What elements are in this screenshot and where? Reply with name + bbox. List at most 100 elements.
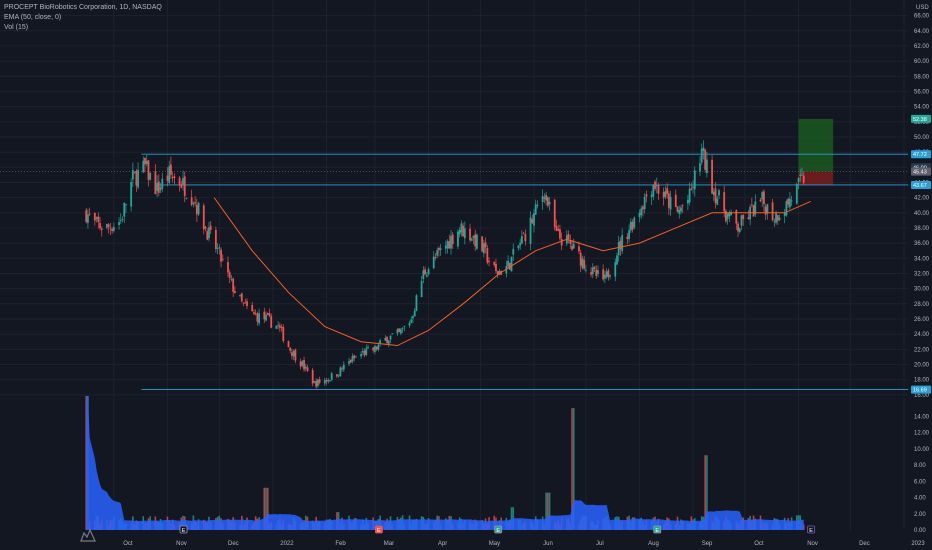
candle-body [669,196,672,210]
horizontal-levels[interactable] [141,153,908,391]
price-tick-label: 60.00 [914,59,930,65]
candle-body [325,379,328,382]
candle-body [258,313,261,324]
candle-body [190,197,193,205]
candle-body [292,351,295,357]
candle-body [131,170,134,180]
time-tick-label: Oct [123,541,133,547]
volume-ma-area [86,395,804,530]
candle-body [348,361,350,364]
price-chart[interactable]: E E E E E USD 66.00 64.00 62.00 60.00 58.00 56.00 5… [0,0,932,550]
candle-body [482,243,485,254]
candle-body [621,235,624,252]
candle-body [289,347,292,351]
candle-body [699,163,701,172]
candle-body [161,178,164,189]
candle-body [425,275,428,277]
candle-body [173,176,176,178]
candle-body [536,205,539,206]
candle-body [657,184,660,194]
candle-body [723,192,726,212]
axis-unit: USD [916,5,929,11]
candle-body [147,160,150,180]
time-tick-label: Apr [438,541,447,547]
candle-body [438,247,440,251]
candle-body [797,178,800,183]
price-tick-label: 64.00 [914,29,930,35]
candle-body [484,242,487,248]
ema-legend[interactable]: EMA (50, close, 0) [4,13,162,23]
candle-body [396,329,399,334]
time-tick-label: Feb [335,541,346,547]
candle-body [614,262,617,277]
candle-body [548,201,551,205]
candle-body [597,270,599,275]
candle-body [157,181,160,193]
candle-body [446,241,449,249]
candle-body [522,233,525,235]
time-tick-label: Jun [543,541,553,547]
candle-body [584,269,587,271]
candle-body [448,241,451,249]
price-tick-label: 42.00 [914,196,930,202]
candle-body [531,219,534,224]
candle-body [254,313,257,315]
candle-body [100,228,103,230]
candle-body [218,247,221,249]
symbol-title[interactable]: PROCEPT BioRobotics Corporation, 1D, NAS… [4,3,162,13]
candle-body [738,228,741,232]
time-tick-label: Jul [596,541,604,547]
candle-body [534,204,537,215]
candle-body [462,225,465,237]
price-tick-label: 16.00 [914,393,930,399]
price-tick-label: 34.00 [914,256,930,262]
candle-body [607,270,610,278]
candle-body [118,222,120,225]
candle-body [728,213,731,217]
candle-body [439,248,442,250]
time-tick-label: Dec [859,541,870,547]
candle-body [353,355,356,359]
candle-body [315,380,318,387]
candle-body [170,164,172,175]
candle-body [342,364,345,370]
candle-body [795,183,798,204]
candle-body [142,160,145,173]
candle-body [681,205,684,207]
candle-body [246,301,248,307]
volume-legend[interactable]: Vol (15) [4,23,162,33]
candle-body [327,380,330,382]
candle-body [365,348,368,355]
candle-body [109,227,112,229]
candle-body [294,349,297,361]
candle-body [740,215,743,226]
candle-body [572,243,575,249]
candle-body [111,228,114,231]
earnings-marker-label: E [182,528,186,534]
candle-body [422,270,425,279]
price-tick-label: 32.00 [914,271,930,277]
candle-body [667,193,670,208]
candle-body [268,313,271,316]
candle-body [776,215,779,221]
candle-body [799,174,802,176]
candle-body [476,234,478,249]
price-axis[interactable]: USD 66.00 64.00 62.00 60.00 58.00 56.00 54.00 52… [911,5,931,534]
candle-body [629,221,632,231]
candle-body [557,229,560,231]
candle-body [149,172,152,180]
candle-body [323,380,326,384]
candle-body [349,359,352,363]
candle-body [488,261,490,263]
candle-body [125,204,127,206]
time-axis[interactable]: Oct Nov Dec 2022 Feb Mar Apr May Jun Jul Aug Sep Oct… [123,541,925,547]
candle-body [541,195,544,203]
candle-body [555,226,558,231]
candle-body [386,336,388,343]
volume-tick-label: 2.00 [914,512,926,518]
candle-body [578,246,580,252]
price-tick-label: 62.00 [914,44,930,50]
tradingview-logo-icon[interactable] [80,528,96,542]
candle-body [301,361,304,366]
candle-body [451,234,454,245]
